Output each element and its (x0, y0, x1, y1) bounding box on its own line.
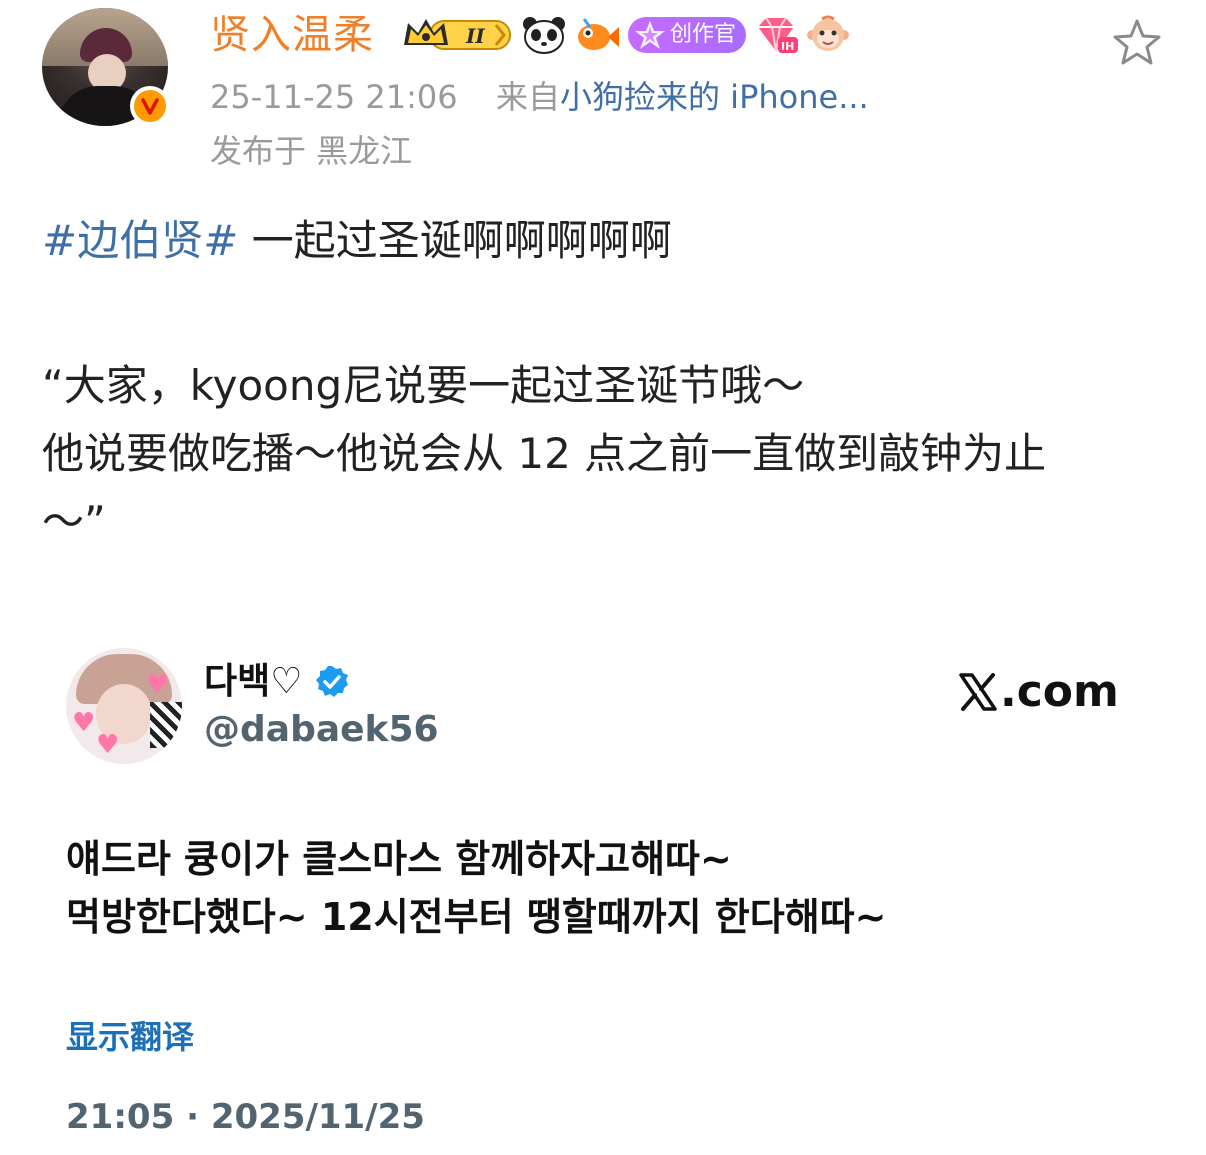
tweet-timestamp: 21:05 · 2025/11/25 (66, 1097, 425, 1137)
post-timestamp: 25-11-25 21:06 (210, 78, 458, 116)
author-username[interactable]: 贤入温柔 (210, 12, 374, 58)
creator-badge[interactable]: 创作官 (628, 17, 747, 53)
show-translation-link[interactable]: 显示翻译 (66, 1016, 194, 1058)
tweet-author-avatar[interactable]: ♥ ♥ ♥ (66, 648, 182, 764)
x-site-label: .com (1000, 666, 1119, 717)
tweet-text-line: 먹방한다했다~ 12시전부터 땡할때까지 한다해따~ (66, 895, 887, 939)
source-prefix: 来自 (495, 78, 560, 116)
goldfish-badge-icon[interactable] (574, 15, 620, 55)
post-meta: 25-11-25 21:06 来自小狗捡来的 iPhone... (210, 76, 869, 118)
panda-badge-icon[interactable] (522, 15, 566, 55)
quote-line: “大家，kyoong尼说要一起过圣诞节哦～ (42, 361, 805, 410)
weibo-v-badge-icon (130, 86, 170, 126)
weibo-post-screen: 贤入温柔 II 创作官 IH 25-11-25 21:06 来自小狗捡来的 iP… (0, 0, 1206, 1155)
hashtag-link[interactable]: #边伯贤# (42, 216, 238, 265)
creator-badge-label: 创作官 (670, 22, 737, 47)
post-text-line: #边伯贤# 一起过圣诞啊啊啊啊啊 (42, 214, 672, 268)
heart-icon: ♥ (96, 730, 120, 760)
monkey-badge-icon[interactable] (806, 15, 850, 55)
heart-icon: ♥ (146, 670, 170, 700)
post-quote: “大家，kyoong尼说要一起过圣诞节哦～ 他说要做吃播～他说会从 12 点之前… (42, 352, 1162, 556)
diamond-badge-icon[interactable]: IH (754, 15, 799, 55)
post-location: 发布于 黑龙江 (210, 132, 413, 170)
verified-check-icon (316, 666, 348, 697)
x-site-logo[interactable]: .com (958, 668, 1119, 716)
creator-star-icon (635, 21, 665, 49)
heart-icon: ♥ (72, 708, 96, 738)
tweet-handle[interactable]: @dabaek56 (204, 708, 439, 752)
tweet-text-line: 얘드라 큥이가 클스마스 함께하자고해따~ (66, 837, 732, 881)
post-text: 一起过圣诞啊啊啊啊啊 (238, 216, 672, 265)
tweet-display-name[interactable]: 다백♡ (204, 660, 303, 704)
crown-level-badge-icon[interactable]: II (400, 15, 514, 55)
user-badges: II 创作官 IH (400, 12, 850, 58)
badge-level-text: II (465, 24, 485, 48)
post-source-link[interactable]: 小狗捡来的 iPhone... (560, 78, 869, 116)
quote-line: 他说要做吃播～他说会从 12 点之前一直做到敲钟为止 (42, 429, 1047, 478)
x-logo-icon (959, 673, 997, 711)
quote-line: ～” (42, 497, 106, 546)
tweet-text: 얘드라 큥이가 클스마스 함께하자고해따~ 먹방한다했다~ 12시전부터 땡할때… (66, 830, 887, 946)
star-icon[interactable] (1110, 16, 1164, 70)
diamond-badge-text: IH (781, 40, 794, 53)
